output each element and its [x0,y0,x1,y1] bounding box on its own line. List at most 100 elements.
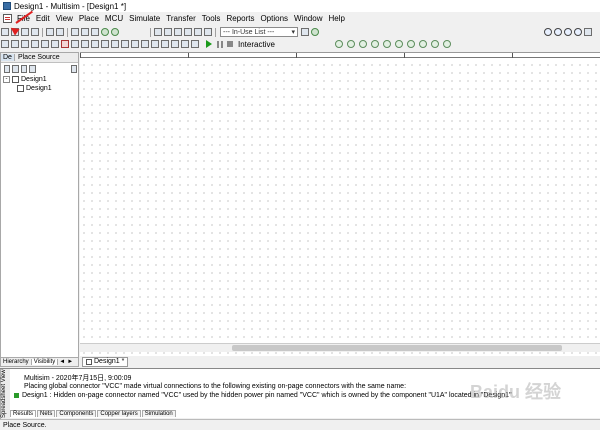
probe-differential-icon[interactable] [370,40,379,48]
tree-item-design1-root[interactable]: - Design1 [3,75,78,84]
print-preview-icon[interactable] [56,28,64,36]
menu-window[interactable]: Window [291,14,325,23]
place-electromechanical-icon[interactable] [151,40,159,48]
zoom-area-icon[interactable] [564,28,572,36]
info-icon [14,393,19,398]
open-sample-icon[interactable] [31,28,39,36]
menu-simulate[interactable]: Simulate [126,14,163,23]
close-design-icon[interactable] [29,65,36,73]
redo-icon[interactable] [111,28,119,36]
new-design-icon[interactable] [4,65,11,73]
place-mcu-icon[interactable] [71,40,79,48]
probe-settings-icon[interactable] [406,40,415,48]
log-line-text: Multisim - 2020年7月15日, 9:00:09 [24,374,132,382]
place-ttl-icon[interactable] [51,40,59,48]
components-toolbar: Interactive [0,38,600,50]
tab-copper-layers[interactable]: Copper layers [97,410,141,417]
component-wizard-icon[interactable] [204,28,212,36]
ruler-mark [296,53,297,58]
place-power-icon[interactable] [111,40,119,48]
probe-digital-icon[interactable] [394,40,403,48]
simulation-mode-label[interactable]: Interactive [238,40,275,49]
design-tree: - Design1 Design1 [1,75,78,93]
place-ni-components-icon[interactable] [161,40,169,48]
paste-icon[interactable] [91,28,99,36]
cut-icon[interactable] [71,28,79,36]
pause-icon[interactable] [217,40,223,48]
probe-power-icon[interactable] [358,40,367,48]
full-screen-icon[interactable] [584,28,592,36]
probe-current-icon[interactable] [346,40,355,48]
new-file-icon[interactable] [1,28,9,36]
database-manager-icon[interactable] [184,28,192,36]
save-icon[interactable] [21,28,29,36]
place-cmos-icon[interactable] [61,40,69,48]
probe-clear-icon[interactable] [418,40,427,48]
place-bus-icon[interactable] [191,40,199,48]
menu-reports[interactable]: Reports [223,14,257,23]
place-basic-icon[interactable] [11,40,19,48]
save-design-icon[interactable] [20,65,28,73]
probe-icon[interactable] [301,28,309,36]
design-toolbox-tabs: Hierarchy Visibility ◄ ► [1,357,78,366]
design-toolbox-icon[interactable] [154,28,162,36]
probe-options-icon[interactable] [442,40,451,48]
menu-view[interactable]: View [53,14,76,23]
place-hierarchical-icon[interactable] [181,40,189,48]
place-connectors-icon[interactable] [171,40,179,48]
place-misc-digital-icon[interactable] [81,40,89,48]
horizontal-scrollbar[interactable] [80,343,600,352]
place-indicator-icon[interactable] [101,40,109,48]
menu-tools[interactable]: Tools [199,14,224,23]
place-transistor-icon[interactable] [31,40,39,48]
zoom-in-icon[interactable] [544,28,552,36]
zoom-sheet-icon[interactable] [574,28,582,36]
tab-hierarchy[interactable]: Hierarchy [1,359,32,365]
probe-reference-icon[interactable] [382,40,391,48]
menu-edit[interactable]: Edit [33,14,53,23]
help-icon[interactable] [311,28,319,36]
properties-icon[interactable] [70,65,78,73]
print-icon[interactable] [46,28,54,36]
place-diode-icon[interactable] [21,40,29,48]
open-design-icon[interactable] [12,65,19,73]
undo-icon[interactable] [101,28,109,36]
place-analog-icon[interactable] [41,40,49,48]
menu-options[interactable]: Options [257,14,291,23]
place-misc-icon[interactable] [121,40,129,48]
tab-visibility[interactable]: Visibility [31,359,59,365]
probe-list-icon[interactable] [430,40,439,48]
tab-nets[interactable]: Nets [37,410,56,417]
grapher-icon[interactable] [174,28,182,36]
toolbar-separator [42,27,43,37]
copy-icon[interactable] [81,28,89,36]
place-source-icon[interactable] [1,40,9,48]
tab-results[interactable]: Results [10,410,37,417]
standard-toolbar: --- In-Use List --- ▾ [0,26,600,38]
zoom-out-icon[interactable] [554,28,562,36]
menu-mcu[interactable]: MCU [102,14,126,23]
run-icon[interactable] [206,40,212,48]
scrollbar-thumb[interactable] [232,345,562,351]
stop-icon[interactable] [227,41,233,47]
place-mixed-icon[interactable] [91,40,99,48]
tooltip-place-source: Place Source [17,54,60,61]
schematic-canvas[interactable] [80,52,600,356]
tab-scroll-left-icon[interactable]: ◄ [58,359,66,365]
spreadsheet-icon[interactable] [164,28,172,36]
tab-simulation[interactable]: Simulation [141,410,176,417]
place-advanced-peripherals-icon[interactable] [131,40,139,48]
tab-components[interactable]: Components [56,410,97,417]
place-rf-icon[interactable] [141,40,149,48]
menu-transfer[interactable]: Transfer [163,14,199,23]
menu-place[interactable]: Place [76,14,102,23]
document-icon[interactable] [3,13,12,23]
collapse-icon[interactable]: - [3,76,10,83]
postprocessor-icon[interactable] [194,28,202,36]
tab-design1[interactable]: Design1 * [82,356,129,367]
menu-help[interactable]: Help [325,14,347,23]
tab-scroll-right-icon[interactable]: ► [66,359,74,365]
in-use-list-dropdown[interactable]: --- In-Use List --- ▾ [220,27,298,37]
probe-voltage-icon[interactable] [334,40,343,48]
tree-item-design1-sheet[interactable]: Design1 [3,84,78,93]
